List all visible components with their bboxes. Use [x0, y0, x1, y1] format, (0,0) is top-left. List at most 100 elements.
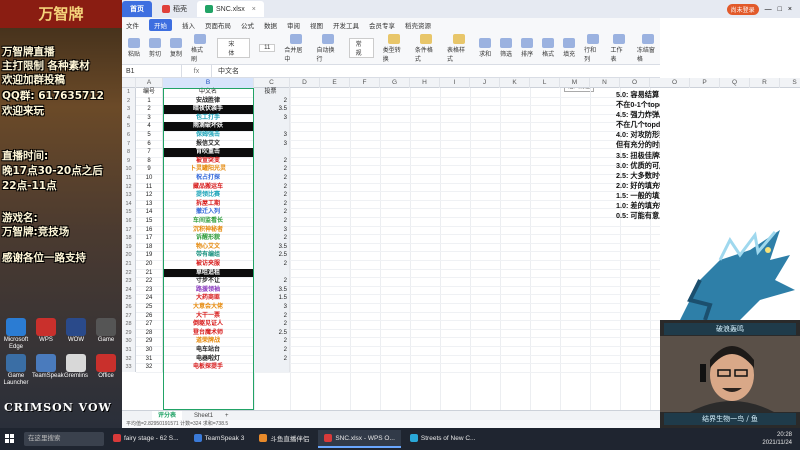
sheet-tab-sheet1[interactable]: Sheet1 — [188, 411, 219, 421]
desktop-icon[interactable]: Game — [92, 318, 120, 344]
cell-vote[interactable]: 3 — [254, 113, 290, 123]
cell-number[interactable]: 21 — [136, 268, 163, 278]
row-header[interactable]: 27 — [122, 311, 136, 321]
rating-note[interactable]: 1.0: 差的填充物，你会尽量避免把其放进套牌。 — [616, 201, 660, 211]
row-header[interactable]: 20 — [122, 251, 136, 260]
menu-docer[interactable]: 稻壳资源 — [405, 20, 431, 30]
rating-note[interactable]: 2.0: 好的填充物，发挥依赖对手套牌。 — [616, 181, 660, 191]
menu-insert[interactable]: 插入 — [182, 20, 195, 30]
cell-number[interactable]: 5 — [136, 131, 163, 140]
cell-vote[interactable]: 2 — [254, 174, 290, 183]
cut-button[interactable]: 剪切 — [149, 38, 161, 58]
tab-snc-xlsx[interactable]: SNC.xlsx × — [197, 1, 264, 17]
rating-note[interactable]: 4.5: 强力炸弹。 — [616, 110, 660, 120]
cell-vote[interactable]: 2 — [254, 199, 290, 209]
close-icon[interactable]: × — [252, 6, 256, 13]
wrap-text-button[interactable]: 自动换行 — [317, 33, 340, 63]
cell-number[interactable]: 14 — [136, 208, 163, 217]
desktop-icon[interactable]: Microsoft Edge — [2, 318, 30, 351]
cell-vote[interactable]: 2.5 — [254, 328, 290, 338]
cell-number[interactable]: 2 — [136, 105, 163, 114]
taskbar-clock[interactable]: 20:28 2021/11/24 — [762, 431, 800, 447]
cell-vote[interactable]: 3 — [254, 225, 290, 235]
cell-number[interactable]: 6 — [136, 139, 163, 149]
cell-number[interactable]: 30 — [136, 346, 163, 355]
cell-vote[interactable]: 2 — [254, 182, 290, 192]
column-header-f[interactable]: F — [350, 78, 380, 88]
rating-note[interactable]: 0.5: 可能有意义给了半分情动分。 — [616, 211, 660, 221]
add-sheet-icon[interactable]: + — [225, 413, 229, 419]
column-header-s[interactable]: S — [780, 78, 800, 88]
column-header-l[interactable]: L — [530, 78, 560, 88]
row-header[interactable]: 15 — [122, 208, 136, 217]
row-header[interactable]: 26 — [122, 303, 136, 312]
column-header-m[interactable]: M — [560, 78, 590, 88]
row-header[interactable]: 25 — [122, 294, 136, 303]
name-box[interactable]: B1 — [122, 64, 182, 78]
copy-button[interactable]: 复制 — [170, 38, 182, 58]
rating-note[interactable]: 1.5: 一般的填充物，在主牌不够时的选择。 — [616, 191, 660, 201]
row-header[interactable]: 21 — [122, 260, 136, 269]
cell-vote[interactable]: 2 — [254, 96, 290, 106]
row-header[interactable]: 13 — [122, 191, 136, 200]
row-header[interactable]: 7 — [122, 139, 136, 149]
cell-number[interactable]: 24 — [136, 294, 163, 303]
cell-vote[interactable] — [254, 363, 290, 372]
cell-vote[interactable]: 2 — [254, 320, 290, 329]
row-header[interactable]: 22 — [122, 268, 136, 278]
cell-number[interactable]: 29 — [136, 337, 163, 346]
formula-input[interactable]: 中文名 — [212, 66, 239, 76]
cell-number[interactable]: 1 — [136, 96, 163, 106]
cell-vote[interactable]: 3 — [254, 303, 290, 312]
rating-note[interactable]: 5.0: 容易结算，效率强大。 — [616, 90, 660, 100]
minimize-icon[interactable]: — — [765, 6, 772, 13]
rating-note[interactable]: 不在0-1个topdeck处理掉几乎等于输掉比赛。 — [616, 100, 660, 110]
sum-button[interactable]: 求和 — [479, 38, 491, 58]
row-header[interactable]: 5 — [122, 122, 136, 131]
row-header[interactable]: 4 — [122, 113, 136, 123]
column-header-b[interactable]: B — [163, 78, 254, 88]
format-button[interactable]: 格式 — [542, 38, 554, 58]
cell-number[interactable]: 19 — [136, 251, 163, 260]
cell-vote[interactable]: 2 — [254, 191, 290, 200]
cell-number[interactable]: 15 — [136, 217, 163, 226]
cell-vote[interactable]: 3 — [254, 139, 290, 149]
row-header[interactable]: 18 — [122, 234, 136, 243]
rating-note[interactable]: 4.0: 对攻防形势影响极大， — [616, 130, 660, 140]
row-header[interactable]: 3 — [122, 105, 136, 114]
cell-vote[interactable]: 1.5 — [254, 294, 290, 303]
row-header[interactable]: 12 — [122, 182, 136, 192]
type-convert-button[interactable]: 类型转换 — [383, 33, 406, 63]
cell-number[interactable]: 31 — [136, 354, 163, 364]
cell-vote[interactable]: 3.5 — [254, 105, 290, 114]
cell-number[interactable]: 17 — [136, 234, 163, 243]
row-header[interactable]: 10 — [122, 165, 136, 174]
font-size-select[interactable]: 11 — [259, 44, 276, 52]
column-header-e[interactable]: E — [320, 78, 350, 88]
row-header[interactable]: 17 — [122, 225, 136, 235]
worksheet-button[interactable]: 工作表 — [611, 33, 628, 63]
menu-review[interactable]: 审阅 — [287, 20, 300, 30]
row-header[interactable]: 32 — [122, 354, 136, 364]
row-header[interactable]: 11 — [122, 174, 136, 183]
row-header[interactable]: 19 — [122, 242, 136, 252]
column-header-a[interactable]: A — [136, 78, 163, 88]
column-header-i[interactable]: I — [440, 78, 470, 88]
spreadsheet-grid[interactable]: ABCDEFGHIJKLMNOPQR 123456789101112131415… — [122, 78, 660, 410]
cell-vote[interactable]: 2 — [254, 311, 290, 321]
tab-home[interactable]: 首页 — [122, 1, 152, 17]
menu-start[interactable]: 开始 — [149, 19, 172, 31]
menu-page-layout[interactable]: 页面布局 — [205, 20, 231, 30]
cell-number[interactable]: 32 — [136, 363, 163, 372]
cell-vote[interactable]: 2.5 — [254, 251, 290, 260]
cell-vote[interactable]: 2 — [254, 337, 290, 346]
number-format-select[interactable]: 常规 — [348, 38, 374, 58]
column-header-n[interactable]: N — [590, 78, 620, 88]
taskbar-app[interactable]: TeamSpeak 3 — [188, 430, 251, 448]
rating-note[interactable]: 2.5: 大多数时候的主牌，视情况需要填下。 — [616, 171, 660, 181]
paste-button[interactable]: 粘贴 — [128, 38, 140, 58]
menu-member[interactable]: 会员专享 — [369, 20, 395, 30]
menu-view[interactable]: 视图 — [310, 20, 323, 30]
sheet-tab-rating[interactable]: 评分表 — [152, 410, 183, 421]
desktop-icon[interactable]: WOW — [62, 318, 90, 344]
